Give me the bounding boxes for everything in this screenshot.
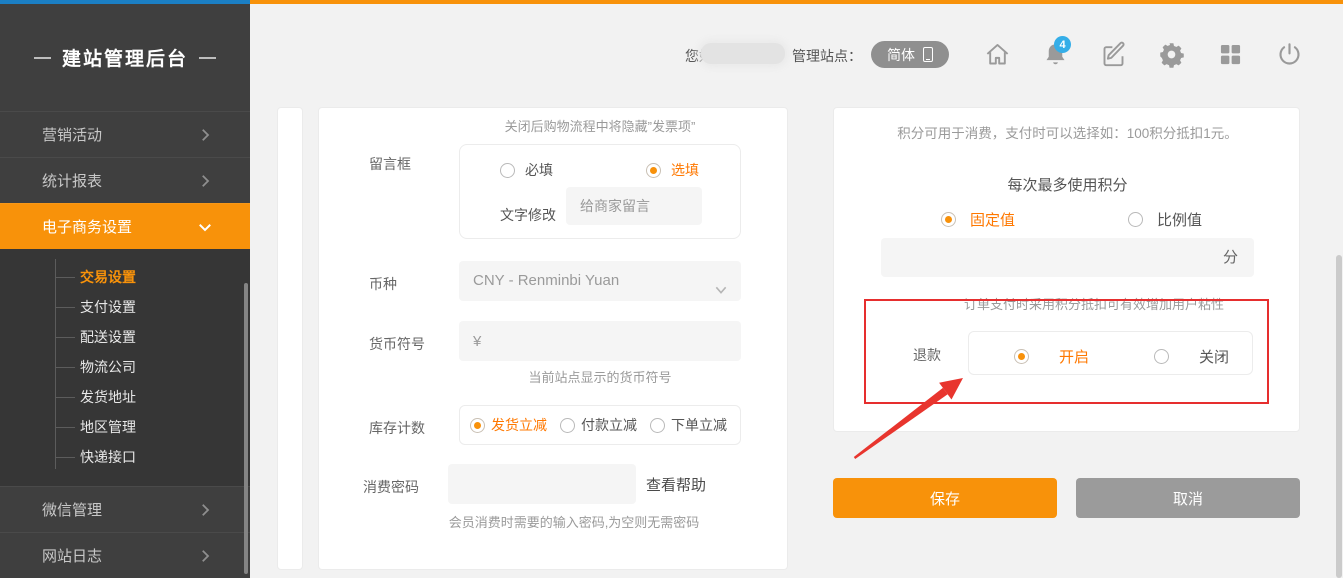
chevron-right-icon (196, 126, 214, 148)
trade-settings-panel: 关闭后购物流程中将隐藏”发票项” 留言框 必填 选填 文字修改 币种 CNY -… (318, 107, 788, 570)
radio-unselected-icon[interactable] (1128, 212, 1143, 227)
sidebar-item-ecommerce-settings[interactable]: 电子商务设置 (0, 203, 250, 249)
notification-badge: 4 (1054, 36, 1071, 53)
stock-count-group: 发货立减 付款立减 下单立减 (459, 405, 741, 445)
chevron-right-icon (196, 172, 214, 194)
chevron-down-icon (196, 218, 214, 240)
radio-unselected-icon[interactable] (500, 163, 515, 178)
message-box-group: 必填 选填 文字修改 (459, 144, 741, 239)
currency-select[interactable]: CNY - Renminbi Yuan (459, 261, 741, 301)
power-icon[interactable] (1276, 41, 1303, 68)
chevron-right-icon (196, 501, 214, 523)
currency-label: 币种 (369, 274, 397, 294)
sidebar-item-marketing[interactable]: 营销活动 (0, 111, 250, 157)
sidebar-item-label: 电子商务设置 (42, 216, 132, 237)
sidebar-item-site-log[interactable]: 网站日志 (0, 532, 250, 578)
sidebar-subitem-logistics-company[interactable]: 物流公司 (0, 352, 250, 382)
radio-label: 比例值 (1157, 209, 1202, 230)
sidebar-item-reports[interactable]: 统计报表 (0, 157, 250, 203)
annotation-arrow (840, 370, 970, 465)
sidebar-subitem-delivery-settings[interactable]: 配送设置 (0, 322, 250, 352)
sidebar-item-wechat[interactable]: 微信管理 (0, 486, 250, 532)
sidebar-subitem-region-management[interactable]: 地区管理 (0, 412, 250, 442)
radio-label: 发货立减 (491, 415, 547, 435)
brand-dash-left (34, 57, 51, 59)
invoice-note: 关闭后购物流程中将隐藏”发票项” (459, 116, 741, 135)
radio-label: 付款立减 (581, 415, 637, 435)
compose-icon[interactable] (1100, 41, 1127, 68)
sidebar-subitem-trade-settings[interactable]: 交易设置 (0, 262, 250, 292)
chevron-down-icon (713, 274, 729, 314)
message-box-label: 留言框 (369, 154, 411, 174)
consume-password-note: 会员消费时需要的输入密码,为空则无需密码 (429, 512, 719, 531)
sidebar-item-label: 微信管理 (42, 499, 102, 520)
clipped-card-edge (277, 107, 303, 570)
radio-unselected-icon[interactable] (650, 418, 665, 433)
points-usage-note: 积分可用于消费，支付时可以选择如：100积分抵扣1元。 (854, 122, 1281, 142)
home-icon[interactable] (984, 41, 1011, 68)
radio-label: 下单立减 (671, 415, 727, 435)
consume-password-input[interactable] (448, 464, 636, 504)
site-selector-pill[interactable]: 简体 (871, 41, 949, 68)
redacted-username (701, 43, 785, 64)
sidebar-subitem-shipping-address[interactable]: 发货地址 (0, 382, 250, 412)
save-button[interactable]: 保存 (833, 478, 1057, 518)
max-points-title: 每次最多使用积分 (834, 174, 1301, 195)
radio-ship-deduct[interactable]: 发货立减 (470, 415, 547, 435)
radio-ratio-value[interactable]: 比例值 (1128, 209, 1202, 230)
sidebar-item-label: 统计报表 (42, 170, 102, 191)
view-help-link[interactable]: 查看帮助 (646, 474, 706, 495)
sidebar: 建站管理后台 营销活动 统计报表 电子商务设置 交易设置 支付设置 配送设置 物… (0, 4, 250, 578)
max-points-input[interactable]: 分 (881, 238, 1254, 277)
stock-count-label: 库存计数 (369, 418, 425, 438)
page-scrollbar-thumb[interactable] (1336, 255, 1342, 578)
radio-fixed-value[interactable]: 固定值 (941, 209, 1015, 230)
mobile-icon (923, 47, 933, 62)
sidebar-submenu: 交易设置 支付设置 配送设置 物流公司 发货地址 地区管理 快递接口 (0, 249, 250, 486)
topbar-orange-strip (250, 0, 1343, 4)
cancel-button[interactable]: 取消 (1076, 478, 1300, 518)
site-pill-label: 简体 (887, 45, 915, 65)
radio-selected-icon[interactable] (470, 418, 485, 433)
sidebar-scrollbar-thumb[interactable] (244, 283, 248, 574)
radio-optional[interactable]: 选填 (646, 160, 699, 180)
site-label: 管理站点： (792, 46, 862, 66)
message-text-input[interactable] (566, 187, 702, 225)
sidebar-item-label: 网站日志 (42, 545, 102, 566)
radio-label: 必填 (525, 160, 553, 180)
points-unit-suffix: 分 (1223, 249, 1238, 266)
sidebar-subitem-express-interface[interactable]: 快递接口 (0, 442, 250, 472)
chevron-right-icon (196, 547, 214, 569)
gear-icon[interactable] (1158, 41, 1185, 68)
sidebar-item-label: 营销活动 (42, 124, 102, 145)
currency-symbol-note: 当前站点显示的货币符号 (459, 367, 741, 386)
radio-label: 固定值 (970, 209, 1015, 230)
radio-label: 选填 (671, 160, 699, 180)
currency-symbol-input[interactable] (459, 321, 741, 361)
radio-selected-icon[interactable] (646, 163, 661, 178)
app-title: 建站管理后台 (62, 44, 188, 71)
brand: 建站管理后台 (0, 4, 250, 111)
radio-required[interactable]: 必填 (500, 160, 553, 180)
currency-select-value: CNY - Renminbi Yuan (473, 272, 619, 289)
radio-pay-deduct[interactable]: 付款立减 (560, 415, 637, 435)
consume-password-label: 消费密码 (363, 477, 419, 497)
brand-dash-right (199, 57, 216, 59)
text-edit-label: 文字修改 (500, 205, 556, 225)
radio-selected-icon[interactable] (941, 212, 956, 227)
apps-grid-icon[interactable] (1217, 41, 1244, 68)
radio-order-deduct[interactable]: 下单立减 (650, 415, 727, 435)
sidebar-subitem-payment-settings[interactable]: 支付设置 (0, 292, 250, 322)
radio-unselected-icon[interactable] (560, 418, 575, 433)
currency-symbol-label: 货币符号 (369, 334, 425, 354)
